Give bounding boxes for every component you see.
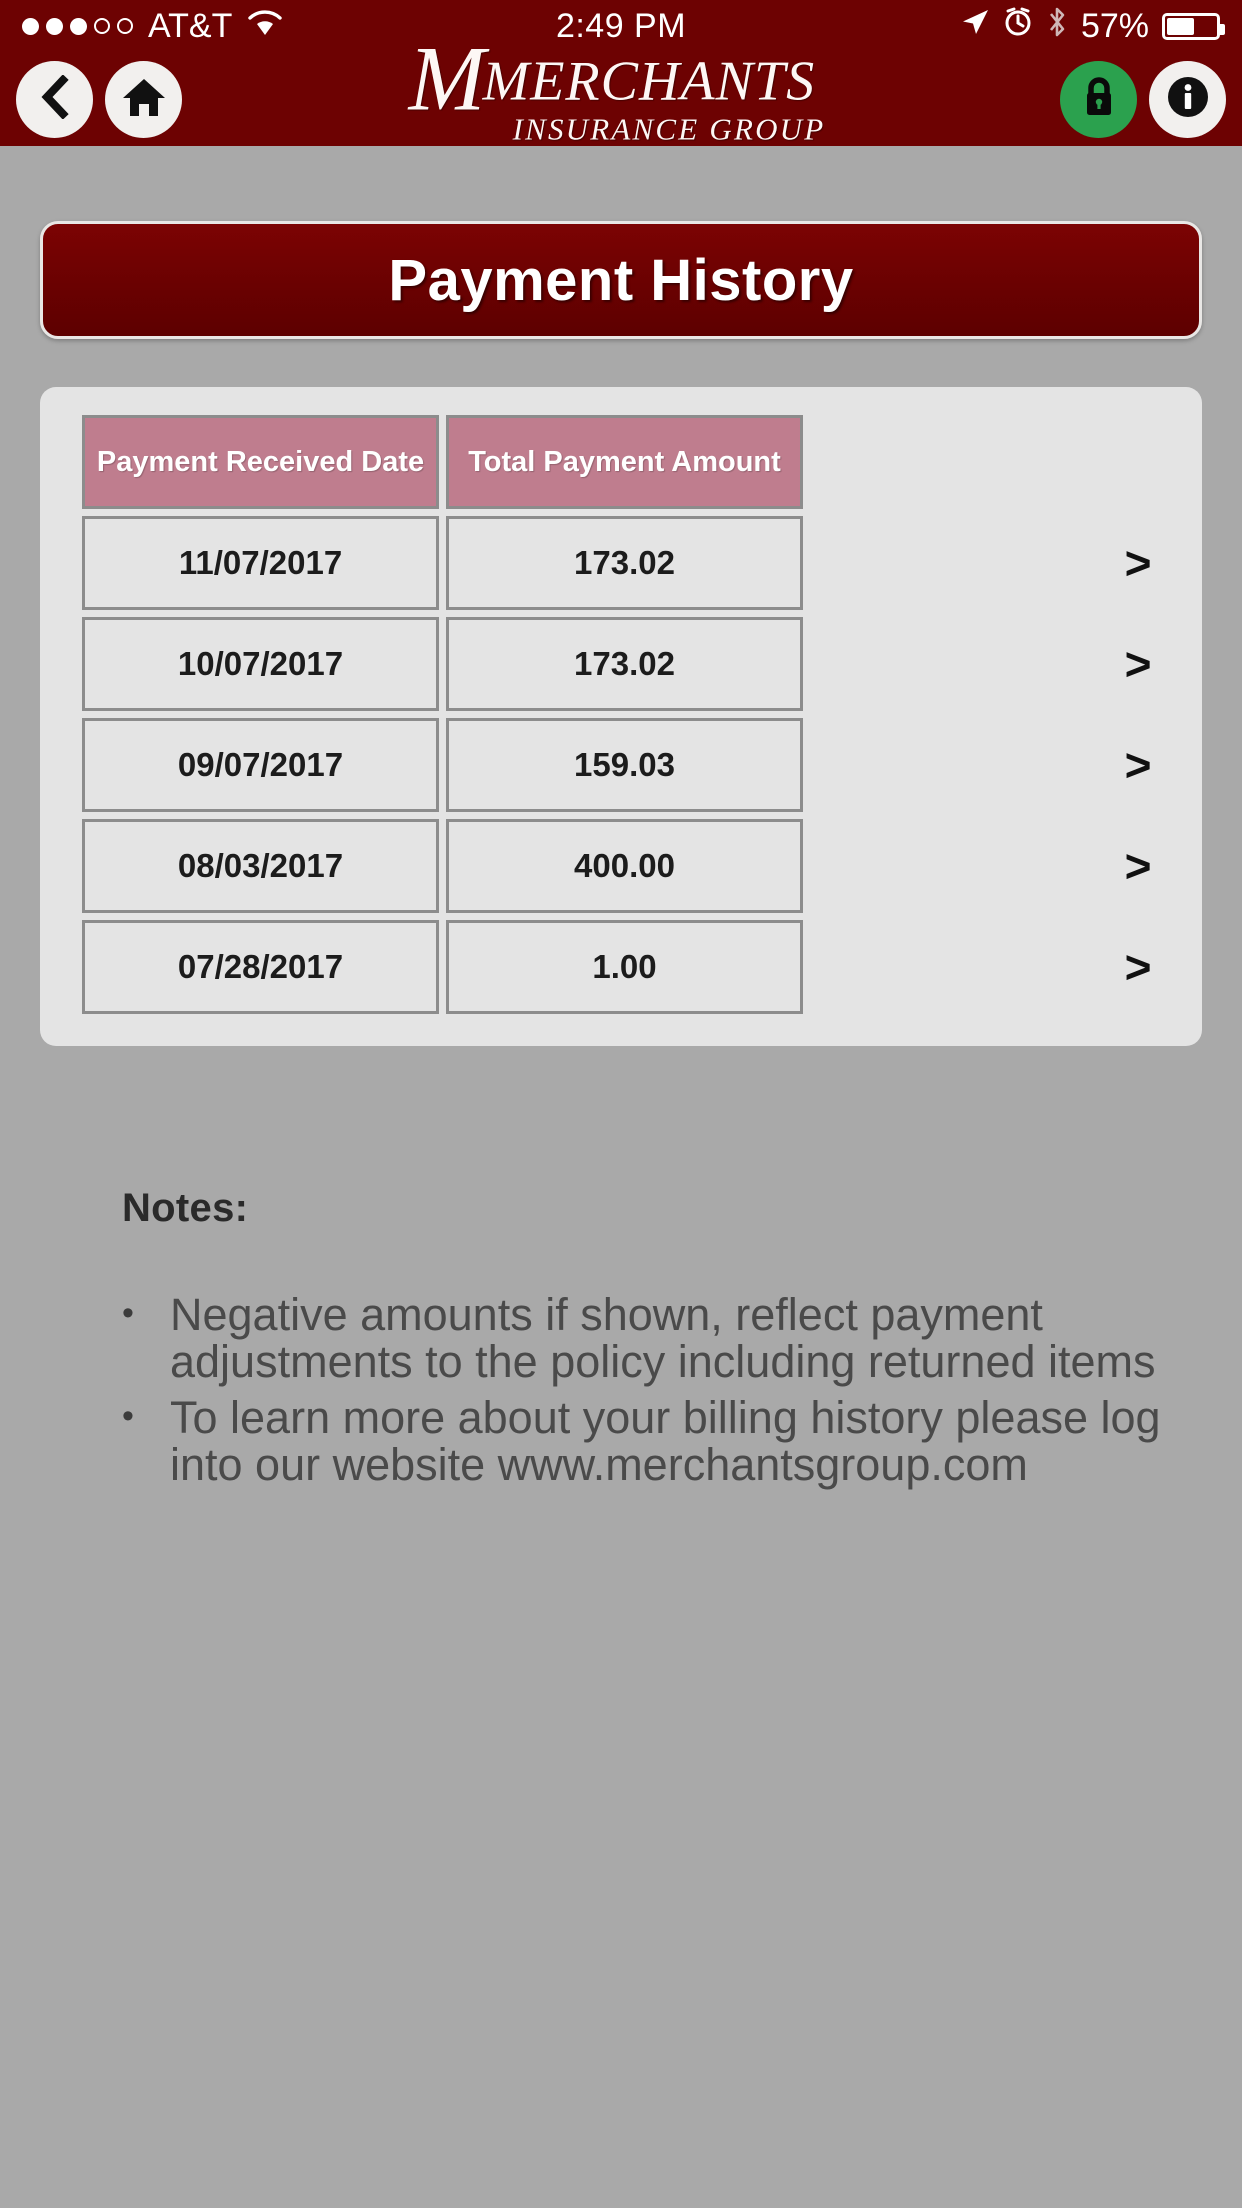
table-row[interactable]: 11/07/2017 173.02 > xyxy=(82,516,1162,610)
note-text: Negative amounts if shown, reflect payme… xyxy=(170,1289,1156,1388)
wifi-icon xyxy=(248,7,283,45)
status-bar-right: 57% xyxy=(960,6,1225,46)
row-detail-chevron-icon[interactable]: > xyxy=(1106,920,1170,1014)
carrier-label: AT&T xyxy=(148,6,233,45)
info-icon xyxy=(1163,72,1213,127)
home-button[interactable] xyxy=(105,60,182,138)
cell-payment-amount: 173.02 xyxy=(446,516,803,610)
status-bar-left: AT&T xyxy=(22,6,283,46)
battery-percent-label: 57% xyxy=(1080,6,1149,45)
bullet-icon: • xyxy=(122,1396,134,1435)
logo-name: MERCHANTS xyxy=(482,50,816,113)
bullet-icon: • xyxy=(122,1294,134,1332)
list-item: • To learn more about your billing histo… xyxy=(122,1391,1162,1490)
battery-icon xyxy=(1162,12,1225,40)
bluetooth-icon xyxy=(1046,6,1068,46)
page-title-label: Payment History xyxy=(388,247,854,313)
table-row[interactable]: 08/03/2017 400.00 > xyxy=(82,819,1162,913)
table-row[interactable]: 07/28/2017 1.00 > xyxy=(82,920,1162,1014)
notes-section: Notes: • Negative amounts if shown, refl… xyxy=(40,1186,1202,1488)
signal-strength-icon xyxy=(22,17,133,35)
cell-payment-date: 11/07/2017 xyxy=(82,516,439,610)
payment-history-table: Payment Received Date Total Payment Amou… xyxy=(40,387,1202,1046)
row-detail-chevron-icon[interactable]: > xyxy=(1106,617,1170,711)
cell-payment-date: 10/07/2017 xyxy=(82,617,439,711)
secure-lock-button[interactable] xyxy=(1060,60,1137,138)
table-row[interactable]: 09/07/2017 159.03 > xyxy=(82,718,1162,812)
row-detail-chevron-icon[interactable]: > xyxy=(1106,718,1170,812)
column-header-date: Payment Received Date xyxy=(82,415,439,509)
table-row[interactable]: 10/07/2017 173.02 > xyxy=(82,617,1162,711)
cell-payment-amount: 159.03 xyxy=(446,718,803,812)
table-header-row: Payment Received Date Total Payment Amou… xyxy=(82,415,1162,509)
info-button[interactable] xyxy=(1149,60,1226,138)
page-title: Payment History xyxy=(40,221,1202,339)
back-chevron-icon xyxy=(38,73,72,124)
status-bar: AT&T 2:49 PM 57% xyxy=(0,0,1242,52)
logo-monogram: M xyxy=(408,27,486,130)
page-content: Payment History Payment Received Date To… xyxy=(0,221,1242,1488)
cell-payment-date: 09/07/2017 xyxy=(82,718,439,812)
app-header: M MERCHANTS INSURANCE GROUP xyxy=(0,32,1242,147)
location-arrow-icon xyxy=(960,7,990,45)
notes-list: • Negative amounts if shown, reflect pay… xyxy=(122,1291,1162,1488)
notes-heading: Notes: xyxy=(122,1186,249,1230)
back-button[interactable] xyxy=(16,60,93,138)
row-detail-chevron-icon[interactable]: > xyxy=(1106,819,1170,913)
cell-payment-amount: 400.00 xyxy=(446,819,803,913)
list-item: • Negative amounts if shown, reflect pay… xyxy=(122,1291,1162,1386)
row-detail-chevron-icon[interactable]: > xyxy=(1106,516,1170,610)
column-header-amount: Total Payment Amount xyxy=(446,415,803,509)
merchants-logo: M MERCHANTS INSURANCE GROUP xyxy=(0,32,1242,147)
logo-tagline: INSURANCE GROUP xyxy=(512,111,826,147)
cell-payment-date: 07/28/2017 xyxy=(82,920,439,1014)
cell-payment-date: 08/03/2017 xyxy=(82,819,439,913)
cell-payment-amount: 1.00 xyxy=(446,920,803,1014)
note-text: To learn more about your billing history… xyxy=(170,1391,1161,1490)
cell-payment-amount: 173.02 xyxy=(446,617,803,711)
lock-icon xyxy=(1082,76,1116,123)
alarm-clock-icon xyxy=(1003,7,1033,45)
home-icon xyxy=(122,76,166,123)
